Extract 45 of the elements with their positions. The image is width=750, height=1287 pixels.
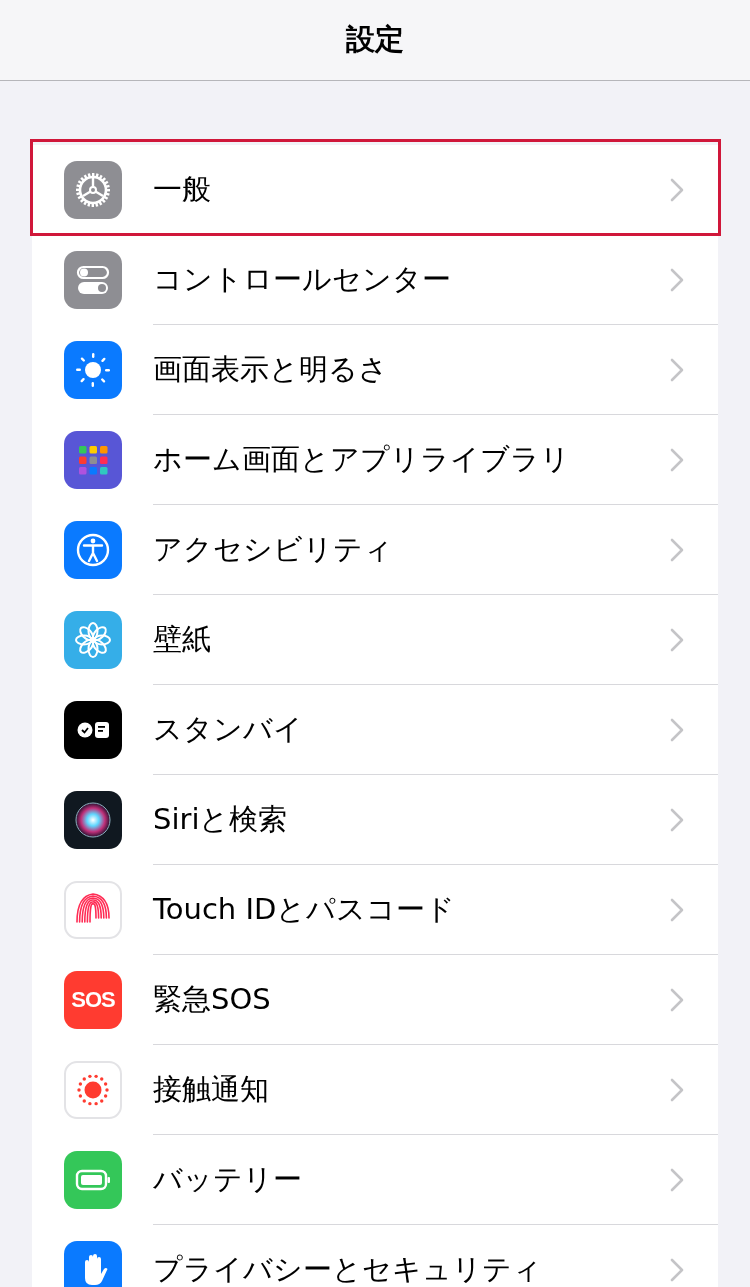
settings-row[interactable]: ホーム画面とアプリライブラリ	[32, 415, 718, 505]
chevron-icon	[670, 1258, 684, 1282]
chevron-icon	[670, 808, 684, 832]
chevron-icon	[670, 448, 684, 472]
settings-row[interactable]: Siriと検索	[32, 775, 718, 865]
setting-label: 一般	[153, 171, 211, 208]
settings-row[interactable]: コントロールセンター	[32, 235, 718, 325]
settings-row[interactable]: SOS 緊急SOS	[32, 955, 718, 1045]
chevron-icon	[670, 628, 684, 652]
gear-icon	[73, 170, 113, 210]
chevron-icon	[670, 1168, 684, 1192]
settings-row[interactable]: プライバシーとセキュリティ	[32, 1225, 718, 1287]
settings-row[interactable]: スタンバイ	[32, 685, 718, 775]
chevron-icon	[670, 178, 684, 202]
chevron-icon	[670, 538, 684, 562]
sos-icon: SOS	[64, 971, 122, 1029]
setting-label: アクセシビリティ	[153, 531, 393, 568]
setting-label: スタンバイ	[153, 711, 303, 748]
settings-row[interactable]: バッテリー	[32, 1135, 718, 1225]
chevron-icon	[670, 268, 684, 292]
setting-label: 壁紙	[153, 621, 211, 658]
setting-label: ホーム画面とアプリライブラリ	[153, 441, 570, 478]
setting-label: 接触通知	[153, 1071, 269, 1108]
sun-icon	[73, 350, 113, 390]
chevron-icon	[670, 988, 684, 1012]
settings-row[interactable]: 一般	[32, 145, 718, 235]
setting-label: Touch IDとパスコード	[153, 891, 456, 928]
setting-label: コントロールセンター	[153, 261, 451, 298]
settings-row[interactable]: 壁紙	[32, 595, 718, 685]
setting-label: バッテリー	[153, 1161, 302, 1198]
settings-row[interactable]: Touch IDとパスコード	[32, 865, 718, 955]
chevron-icon	[670, 718, 684, 742]
setting-label: 緊急SOS	[153, 981, 271, 1018]
settings-row[interactable]: アクセシビリティ	[32, 505, 718, 595]
settings-row[interactable]: 画面表示と明るさ	[32, 325, 718, 415]
flower-icon	[73, 620, 113, 660]
chevron-icon	[670, 1078, 684, 1102]
chevron-icon	[670, 898, 684, 922]
setting-label: 画面表示と明るさ	[153, 351, 388, 388]
orb-icon	[73, 800, 113, 840]
setting-label: Siriと検索	[153, 801, 288, 838]
page-title: 設定	[346, 21, 404, 58]
chevron-icon	[670, 358, 684, 382]
settings-row[interactable]: 接触通知	[32, 1045, 718, 1135]
setting-label: プライバシーとセキュリティ	[153, 1251, 542, 1287]
